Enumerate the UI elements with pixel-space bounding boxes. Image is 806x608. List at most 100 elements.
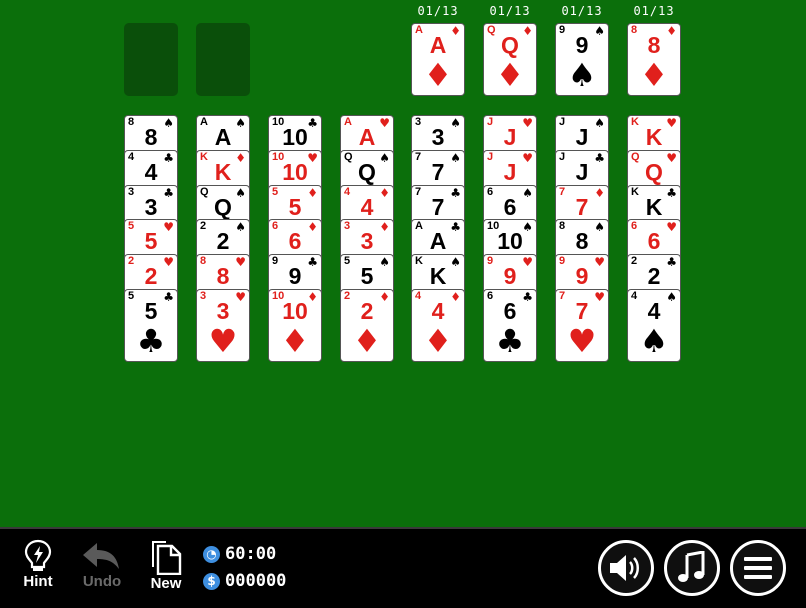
undo-button[interactable]: Undo [77, 539, 127, 590]
foundation-count: 01/13 [489, 4, 531, 18]
card-rank: K [429, 263, 447, 290]
new-document-icon [152, 541, 182, 575]
card-rank: 8 [575, 228, 589, 255]
card-rank: 2 [647, 263, 661, 290]
card-rank: A [358, 124, 376, 150]
hint-button[interactable]: Hint [13, 539, 63, 590]
undo-arrow-icon [83, 543, 119, 569]
card-rank: 7 [431, 158, 445, 185]
sound-button[interactable] [598, 540, 654, 596]
card-rank: K [645, 124, 663, 150]
card-rank: 5 [144, 228, 158, 255]
card-rank: 10 [497, 228, 523, 255]
card-rank: Q [358, 158, 376, 185]
card-suit-icon: ♦ [495, 56, 525, 94]
timer-value: 60:00 [225, 544, 277, 564]
card-rank: 4 [647, 298, 661, 324]
card-suit-icon: ♠ [567, 56, 597, 94]
card-suit-icon: ♥ [208, 322, 238, 360]
clock-icon: ◔ [203, 545, 220, 563]
card-suit-icon: ♣ [495, 322, 525, 360]
timer: ◔ 60:00 [203, 544, 276, 564]
card-suit-icon: ♣ [136, 322, 166, 360]
card-rank: 2 [216, 228, 230, 255]
dollar-icon: $ [203, 572, 220, 590]
hamburger-menu-icon [744, 557, 772, 579]
card-rank: 3 [360, 228, 374, 255]
hint-label: Hint [23, 573, 53, 590]
foundation-count: 01/13 [417, 4, 459, 18]
card-rank: 10 [282, 298, 308, 324]
card-rank: 10 [282, 158, 308, 185]
card-rank: 6 [503, 193, 517, 220]
card-rank: 7 [575, 193, 589, 220]
score-value: 000000 [225, 571, 287, 591]
card-rank: 7 [575, 298, 589, 324]
card-rank: 7 [431, 193, 445, 220]
card-rank: 8 [647, 32, 661, 58]
card-rank: 9 [288, 263, 302, 290]
new-game-button[interactable]: New [141, 539, 191, 592]
card-rank: J [575, 158, 589, 185]
tableau-card[interactable]: 4 ♦ 4 ♦ [411, 289, 465, 362]
card-rank: 6 [503, 298, 517, 324]
card-rank: 4 [360, 193, 374, 220]
tableau-card[interactable]: 7 ♥ 7 ♥ [555, 289, 609, 362]
card-rank: J [503, 158, 517, 185]
card-rank: 5 [288, 193, 302, 220]
tableau-card[interactable]: 6 ♣ 6 ♣ [483, 289, 537, 362]
card-rank: 2 [144, 263, 158, 290]
card-rank: 4 [431, 298, 445, 324]
card-rank: A [429, 228, 447, 255]
card-rank: 6 [647, 228, 661, 255]
card-suit-icon: ♠ [639, 322, 669, 360]
speaker-icon [610, 555, 639, 581]
card-rank: 4 [144, 158, 158, 185]
card-rank: K [214, 158, 232, 185]
card-rank: 9 [503, 263, 517, 290]
card-rank: K [645, 193, 663, 220]
foundation-count: 01/13 [633, 4, 675, 18]
free-cell-1[interactable] [124, 23, 178, 96]
foundation-count: 01/13 [561, 4, 603, 18]
card-rank: 9 [575, 32, 589, 58]
foundation-3[interactable]: 9 ♠ 9 ♠ [555, 23, 609, 96]
foundation-2[interactable]: Q ♦ Q ♦ [483, 23, 537, 96]
menu-button[interactable] [730, 540, 786, 596]
card-rank: A [214, 124, 232, 150]
lightbulb-icon [24, 539, 52, 571]
card-rank: 6 [288, 228, 302, 255]
card-rank: 5 [144, 298, 158, 324]
card-rank: Q [214, 193, 232, 220]
card-rank: A [429, 32, 447, 58]
card-suit-icon: ♦ [639, 56, 669, 94]
card-suit-icon: ♥ [567, 322, 597, 360]
tableau-card[interactable]: 2 ♦ 2 ♦ [340, 289, 394, 362]
tableau-card[interactable]: 4 ♠ 4 ♠ [627, 289, 681, 362]
card-rank: J [575, 124, 589, 150]
card-rank: 3 [216, 298, 230, 324]
foundation-4[interactable]: 8 ♦ 8 ♦ [627, 23, 681, 96]
undo-label: Undo [82, 573, 122, 590]
new-label: New [150, 575, 182, 592]
card-suit-icon: ♦ [352, 322, 382, 360]
card-rank: 3 [431, 124, 445, 150]
card-rank: 8 [216, 263, 230, 290]
card-rank: 5 [360, 263, 374, 290]
score: $ 000000 [203, 571, 286, 591]
card-rank: Q [501, 32, 519, 58]
music-note-icon [678, 551, 705, 582]
card-rank: Q [645, 158, 663, 185]
card-rank: 2 [360, 298, 374, 324]
foundation-1[interactable]: A ♦ A ♦ [411, 23, 465, 96]
card-rank: 10 [282, 124, 308, 150]
card-suit-icon: ♦ [423, 322, 453, 360]
free-cell-2[interactable] [196, 23, 250, 96]
card-rank: J [503, 124, 517, 150]
tableau-card[interactable]: 5 ♣ 5 ♣ [124, 289, 178, 362]
music-button[interactable] [664, 540, 720, 596]
tableau-card[interactable]: 10 ♦ 10 ♦ [268, 289, 322, 362]
card-rank: 8 [144, 124, 158, 150]
tableau-card[interactable]: 3 ♥ 3 ♥ [196, 289, 250, 362]
card-rank: 9 [575, 263, 589, 290]
